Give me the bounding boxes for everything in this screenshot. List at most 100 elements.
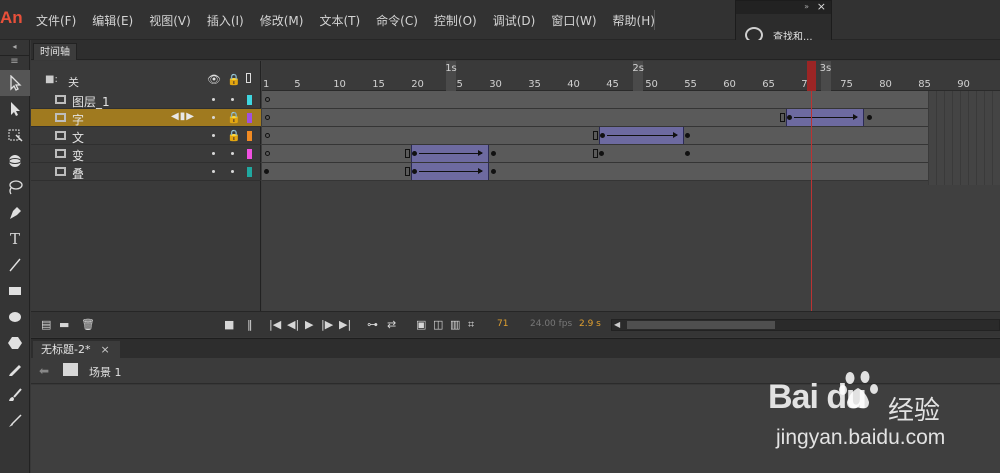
timeline-horizontal-scrollbar[interactable]: ◀ [611, 319, 1000, 331]
3d-rotation-tool-icon[interactable] [0, 148, 30, 174]
oval-tool-icon[interactable] [0, 304, 30, 330]
layer-row[interactable]: 图层_1 [31, 91, 261, 109]
new-folder-icon[interactable]: ▬ [59, 318, 69, 331]
layer-color-swatch[interactable] [247, 167, 252, 177]
scene-breadcrumb[interactable]: 场景 1 [89, 364, 122, 380]
show-hide-all-icon[interactable]: 👁 [207, 73, 221, 86]
line-tool-icon[interactable] [0, 252, 30, 278]
toolbar-grip-icon[interactable]: ≡ [0, 56, 29, 70]
layer-color-swatch[interactable] [247, 131, 252, 141]
collapse-icon[interactable]: » [804, 2, 809, 11]
current-frame-readout[interactable]: 71 [497, 319, 508, 329]
motion-tween[interactable] [411, 145, 489, 162]
menu-view[interactable]: 视图(V) [149, 12, 191, 29]
menu-help[interactable]: 帮助(H) [613, 12, 655, 29]
layer-row[interactable]: 叠 [31, 163, 261, 181]
layer-row[interactable]: 变 [31, 145, 261, 163]
keyframe[interactable] [264, 169, 269, 174]
onion-skin-outlines-icon[interactable]: ◫ [433, 318, 443, 331]
motion-tween[interactable] [786, 109, 864, 126]
modify-markers-icon[interactable]: ⌗ [468, 318, 474, 332]
step-forward-icon[interactable]: |▶ [321, 318, 333, 331]
scroll-left-icon[interactable]: ◀ [614, 320, 620, 329]
menu-file[interactable]: 文件(F) [36, 12, 76, 29]
visibility-toggle[interactable] [212, 134, 215, 137]
polystar-tool-icon[interactable] [0, 330, 30, 356]
new-layer-icon[interactable]: ▤ [41, 318, 51, 331]
visibility-toggle[interactable] [212, 116, 215, 119]
end-frame[interactable] [780, 113, 785, 122]
layer-color-swatch[interactable] [247, 113, 252, 123]
motion-tween[interactable] [599, 127, 684, 144]
loop-icon[interactable]: ⇄ [387, 318, 396, 331]
lock-icon[interactable]: 🔒 [227, 111, 241, 124]
go-to-last-frame-icon[interactable]: ▶| [339, 318, 351, 331]
keyframe[interactable] [685, 151, 690, 156]
lock-all-icon[interactable]: 🔒 [227, 73, 241, 86]
camera-icon[interactable]: ■ [224, 318, 234, 331]
brush-tool-icon[interactable] [0, 408, 30, 434]
back-arrow-icon[interactable]: ⬅ [39, 364, 49, 378]
pen-tool-icon[interactable] [0, 200, 30, 226]
layer-row[interactable]: 文 🔒 [31, 127, 261, 145]
keyframe[interactable] [867, 115, 872, 120]
go-to-first-frame-icon[interactable]: |◀ [269, 318, 281, 331]
onion-skin-icon[interactable]: ▣ [416, 318, 426, 331]
empty-keyframe[interactable] [265, 115, 270, 120]
keyframe[interactable] [685, 133, 690, 138]
visibility-toggle[interactable] [212, 170, 215, 173]
menu-text[interactable]: 文本(T) [319, 12, 360, 29]
layer-color-swatch[interactable] [247, 149, 252, 159]
keyframe[interactable] [599, 151, 604, 156]
lock-toggle[interactable] [231, 152, 234, 155]
visibility-toggle[interactable] [212, 98, 215, 101]
outline-all-icon[interactable] [246, 73, 251, 83]
frame-rate-readout[interactable]: 24.00 fps [530, 319, 572, 329]
free-transform-tool-icon[interactable] [0, 122, 30, 148]
play-icon[interactable]: ▶ [305, 318, 313, 331]
menu-debug[interactable]: 调试(D) [493, 12, 536, 29]
lock-icon[interactable]: 🔒 [227, 129, 241, 142]
empty-keyframe[interactable] [265, 151, 270, 156]
paint-brush-tool-icon[interactable] [0, 382, 30, 408]
center-frame-icon[interactable]: ⊶ [367, 318, 378, 331]
close-icon[interactable]: × [817, 0, 826, 13]
frame-row-layer-1[interactable] [262, 91, 1000, 109]
toolbar-collapse-icon[interactable]: ◂ [0, 40, 29, 56]
edit-multiple-frames-icon[interactable]: ▥ [450, 318, 460, 331]
scrollbar-thumb[interactable] [627, 321, 775, 329]
empty-keyframe[interactable] [265, 133, 270, 138]
keyframe[interactable] [491, 151, 496, 156]
frame-row-wen[interactable] [262, 127, 1000, 145]
lock-toggle[interactable] [231, 98, 234, 101]
frame-row-die[interactable] [262, 163, 1000, 181]
menu-window[interactable]: 窗口(W) [551, 12, 596, 29]
menu-commands[interactable]: 命令(C) [376, 12, 418, 29]
text-tool-icon[interactable]: T [0, 226, 30, 252]
frame-row-bian[interactable] [262, 145, 1000, 163]
layer-depth-icon[interactable]: ‖ [247, 318, 253, 331]
timeline-ruler[interactable]: 1510152025303540455055606570758085901s2s… [262, 61, 1000, 91]
layer-edit-controls[interactable]: ◀▮▶ [171, 111, 195, 122]
keyframe[interactable] [412, 151, 417, 156]
visibility-toggle[interactable] [212, 152, 215, 155]
end-frame[interactable] [405, 167, 410, 176]
keyframe[interactable] [412, 169, 417, 174]
step-back-icon[interactable]: ◀| [287, 318, 299, 331]
frame-area[interactable]: 1510152025303540455055606570758085901s2s… [262, 61, 1000, 337]
tab-timeline[interactable]: 时间轴 [33, 43, 77, 60]
pencil-tool-icon[interactable] [0, 356, 30, 382]
frame-row-zi[interactable] [262, 109, 1000, 127]
layer-row-selected[interactable]: 字 ◀▮▶ 🔒 [31, 109, 261, 127]
motion-tween[interactable] [411, 163, 489, 180]
delete-layer-icon[interactable]: 🗑 [81, 318, 95, 331]
end-frame[interactable] [593, 131, 598, 140]
menu-edit[interactable]: 编辑(E) [92, 12, 133, 29]
close-document-icon[interactable]: × [100, 343, 109, 356]
menu-modify[interactable]: 修改(M) [260, 12, 304, 29]
lasso-tool-icon[interactable] [0, 174, 30, 200]
menu-control[interactable]: 控制(O) [434, 12, 477, 29]
lock-toggle[interactable] [231, 170, 234, 173]
end-frame[interactable] [593, 149, 598, 158]
empty-keyframe[interactable] [265, 97, 270, 102]
